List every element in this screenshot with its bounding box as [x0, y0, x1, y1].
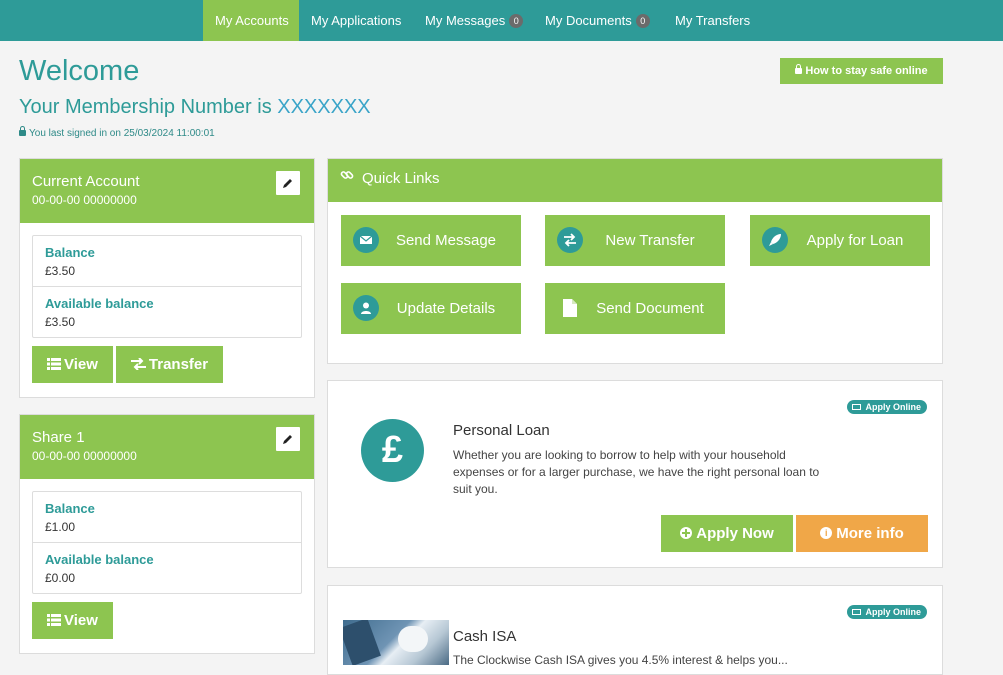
more-info-label: More info	[836, 525, 904, 542]
plus-circle-icon	[680, 527, 693, 539]
send-document-button[interactable]: Send Document	[545, 283, 725, 334]
product-description: Whether you are looking to borrow to hel…	[453, 448, 820, 496]
quick-link-label: New Transfer	[605, 232, 695, 249]
available-balance-label: Available balance	[45, 296, 154, 311]
stay-safe-label: How to stay safe online	[805, 65, 928, 77]
nav-item-my-messages[interactable]: My Messages 0	[413, 0, 535, 41]
view-account-button[interactable]: View	[32, 602, 113, 639]
product-card-personal-loan: Apply Online £ Personal Loan Whether you…	[327, 380, 943, 568]
update-details-button[interactable]: Update Details	[341, 283, 521, 334]
apply-online-label: Apply Online	[865, 402, 921, 412]
account-card-current: Current Account 00-00-00 00000000 Balanc…	[19, 158, 315, 398]
balance-box: Balance £1.00 Available balance £0.00	[32, 491, 302, 594]
balance-row: Balance £3.50	[33, 236, 301, 286]
apply-for-loan-button[interactable]: Apply for Loan	[750, 215, 930, 266]
product-description: The Clockwise Cash ISA gives you 4.5% in…	[453, 653, 788, 667]
edit-account-button[interactable]	[276, 171, 300, 195]
exchange-icon	[130, 357, 146, 371]
nav-label: My Messages	[425, 13, 506, 28]
nav-label: My Applications	[311, 13, 402, 28]
pound-icon: £	[361, 419, 424, 482]
membership-number: Your Membership Number is XXXXXXX	[19, 96, 371, 119]
balance-label: Balance	[45, 245, 95, 260]
quick-link-label: Apply for Loan	[806, 232, 904, 249]
available-balance-row: Available balance £3.50	[33, 286, 301, 337]
available-balance-row: Available balance £0.00	[33, 542, 301, 593]
balance-row: Balance £1.00	[33, 492, 301, 542]
nav-item-my-transfers[interactable]: My Transfers	[663, 0, 762, 41]
account-actions: View Transfer	[20, 338, 314, 395]
edit-account-button[interactable]	[276, 427, 300, 451]
apply-online-badge[interactable]: Apply Online	[847, 400, 927, 414]
account-title: Share 1	[32, 429, 85, 446]
apply-now-button[interactable]: Apply Now	[661, 515, 793, 552]
account-number: 00-00-00 00000000	[32, 449, 137, 463]
quick-link-label: Send Message	[395, 232, 497, 249]
transfer-label: Transfer	[148, 356, 209, 373]
balance-value: £3.50	[45, 264, 76, 278]
apply-online-label: Apply Online	[865, 607, 921, 617]
laptop-icon	[852, 404, 862, 410]
info-circle-icon	[820, 527, 833, 539]
apply-now-label: Apply Now	[696, 525, 774, 542]
quick-link-label: Send Document	[596, 300, 704, 317]
balance-value: £1.00	[45, 520, 76, 534]
list-icon	[47, 358, 62, 370]
product-title: Cash ISA	[453, 628, 517, 645]
available-balance-value: £0.00	[45, 571, 76, 585]
more-info-button[interactable]: More info	[796, 515, 928, 552]
top-navigation: My Accounts My Applications My Messages 0…	[0, 0, 1003, 41]
nav-label: My Transfers	[675, 13, 751, 28]
pencil-icon	[283, 179, 292, 188]
view-account-button[interactable]: View	[32, 346, 113, 383]
account-header: Share 1 00-00-00 00000000	[20, 415, 314, 479]
balance-box: Balance £3.50 Available balance £3.50	[32, 235, 302, 338]
document-count-badge: 0	[635, 13, 650, 28]
send-message-button[interactable]: Send Message	[341, 215, 521, 266]
new-transfer-button[interactable]: New Transfer	[545, 215, 725, 266]
quick-links-panel: Quick Links Send Message New Transfer Ap…	[327, 158, 943, 364]
nav-item-my-documents[interactable]: My Documents 0	[533, 0, 662, 41]
apply-online-badge[interactable]: Apply Online	[847, 605, 927, 619]
stay-safe-button[interactable]: How to stay safe online	[780, 58, 943, 84]
lock-icon	[19, 126, 26, 136]
nav-item-my-applications[interactable]: My Applications	[299, 0, 413, 41]
account-card-share: Share 1 00-00-00 00000000 Balance £1.00 …	[19, 414, 315, 654]
cash-isa-image	[343, 620, 449, 665]
membership-prefix: Your Membership Number is	[19, 96, 278, 118]
last-signed-in-text: You last signed in on 25/03/2024 11:00:0…	[29, 128, 215, 139]
nav-label: My Documents	[545, 13, 632, 28]
list-icon	[47, 614, 62, 626]
view-label: View	[64, 356, 98, 373]
lock-icon	[795, 64, 803, 74]
available-balance-value: £3.50	[45, 315, 76, 329]
quick-links-title: Quick Links	[362, 170, 440, 187]
membership-value: XXXXXXX	[277, 96, 371, 118]
product-card-cash-isa: Apply Online Cash ISA The Clockwise Cash…	[327, 585, 943, 675]
account-header: Current Account 00-00-00 00000000	[20, 159, 314, 223]
pencil-icon	[283, 435, 292, 444]
balance-label: Balance	[45, 501, 95, 516]
message-count-badge: 0	[509, 13, 524, 28]
account-number: 00-00-00 00000000	[32, 193, 137, 207]
quick-links-header: Quick Links	[328, 159, 942, 202]
last-signed-in: You last signed in on 25/03/2024 11:00:0…	[19, 126, 215, 139]
quick-link-label: Update Details	[396, 300, 496, 317]
view-label: View	[64, 612, 98, 629]
nav-label: My Accounts	[215, 13, 289, 28]
laptop-icon	[852, 609, 862, 615]
product-title: Personal Loan	[453, 422, 550, 439]
transfer-button[interactable]: Transfer	[116, 346, 223, 383]
nav-item-my-accounts[interactable]: My Accounts	[203, 0, 299, 41]
account-title: Current Account	[32, 173, 140, 190]
page-title: Welcome	[19, 55, 140, 87]
account-actions: View	[20, 594, 314, 651]
link-icon	[340, 158, 354, 197]
available-balance-label: Available balance	[45, 552, 154, 567]
